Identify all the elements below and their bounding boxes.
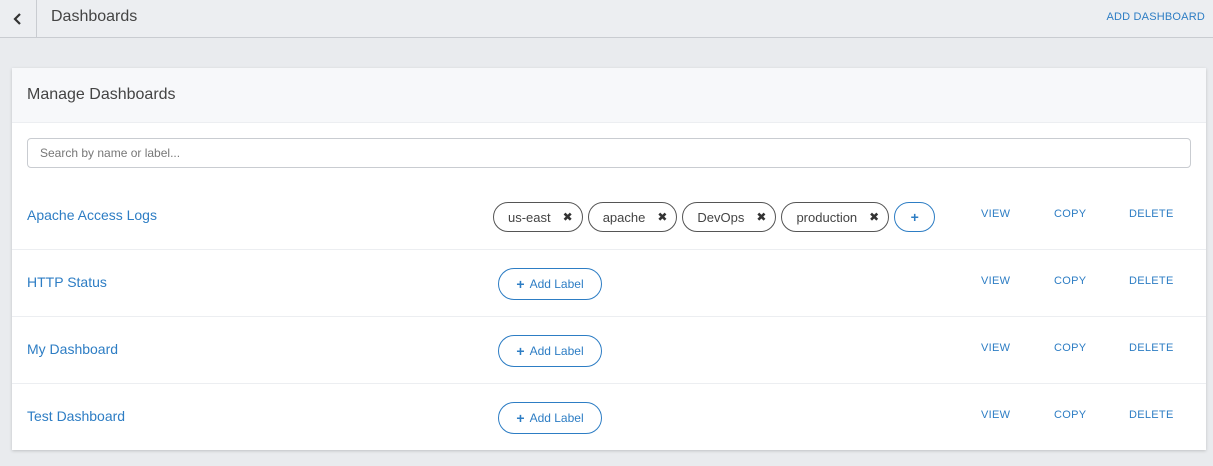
top-bar: Dashboards ADD DASHBOARD (0, 0, 1213, 38)
plus-icon: + (910, 209, 919, 225)
copy-button[interactable]: COPY (1054, 275, 1086, 287)
delete-button[interactable]: DELETE (1129, 208, 1174, 220)
view-button[interactable]: VIEW (981, 409, 1010, 421)
dashboard-list: Apache Access Logs us-east ✖ apache ✖ De… (12, 183, 1206, 451)
label-text: DevOps (697, 209, 745, 225)
dashboard-row: My Dashboard + Add Label VIEW COPY DELET… (12, 317, 1206, 384)
label-list: us-east ✖ apache ✖ DevOps ✖ production ✖… (493, 202, 936, 232)
label-text: us-east (508, 209, 551, 225)
panel-header: Manage Dashboards (12, 68, 1206, 123)
panel-title: Manage Dashboards (27, 86, 176, 103)
delete-button[interactable]: DELETE (1129, 275, 1174, 287)
add-dashboard-button[interactable]: ADD DASHBOARD (1106, 11, 1205, 23)
copy-button[interactable]: COPY (1054, 342, 1086, 354)
copy-button[interactable]: COPY (1054, 409, 1086, 421)
search-input[interactable] (27, 138, 1191, 168)
close-icon[interactable]: ✖ (563, 211, 573, 223)
dashboard-name-link[interactable]: My Dashboard (27, 341, 118, 357)
add-label-button[interactable]: + (894, 202, 936, 232)
page-title: Dashboards (51, 8, 138, 25)
dashboard-name-link[interactable]: Test Dashboard (27, 408, 125, 424)
close-icon[interactable]: ✖ (869, 211, 879, 223)
manage-dashboards-panel: Manage Dashboards Apache Access Logs us-… (12, 68, 1206, 450)
delete-button[interactable]: DELETE (1129, 409, 1174, 421)
label-pill: production ✖ (781, 202, 890, 232)
close-icon[interactable]: ✖ (756, 211, 766, 223)
plus-icon: + (516, 410, 525, 426)
chevron-left-icon (13, 12, 21, 25)
add-label-text: Add Label (529, 411, 584, 425)
view-button[interactable]: VIEW (981, 208, 1010, 220)
dashboard-row: HTTP Status + Add Label VIEW COPY DELETE (12, 250, 1206, 317)
label-text: apache (602, 209, 646, 225)
dashboard-name-link[interactable]: HTTP Status (27, 274, 107, 290)
add-label-text: Add Label (529, 344, 584, 358)
add-label-button[interactable]: + Add Label (498, 268, 602, 300)
delete-button[interactable]: DELETE (1129, 342, 1174, 354)
add-label-text: Add Label (529, 277, 584, 291)
label-pill: us-east ✖ (493, 202, 583, 232)
add-label-button[interactable]: + Add Label (498, 402, 602, 434)
label-text: production (796, 209, 858, 225)
plus-icon: + (516, 343, 525, 359)
dashboard-name-link[interactable]: Apache Access Logs (27, 207, 157, 223)
label-pill: apache ✖ (587, 202, 678, 232)
add-label-button[interactable]: + Add Label (498, 335, 602, 367)
view-button[interactable]: VIEW (981, 342, 1010, 354)
dashboard-row: Apache Access Logs us-east ✖ apache ✖ De… (12, 183, 1206, 250)
dashboard-row: Test Dashboard + Add Label VIEW COPY DEL… (12, 384, 1206, 451)
label-pill: DevOps ✖ (682, 202, 777, 232)
plus-icon: + (516, 276, 525, 292)
back-button[interactable] (0, 0, 37, 37)
close-icon[interactable]: ✖ (657, 211, 667, 223)
view-button[interactable]: VIEW (981, 275, 1010, 287)
copy-button[interactable]: COPY (1054, 208, 1086, 220)
